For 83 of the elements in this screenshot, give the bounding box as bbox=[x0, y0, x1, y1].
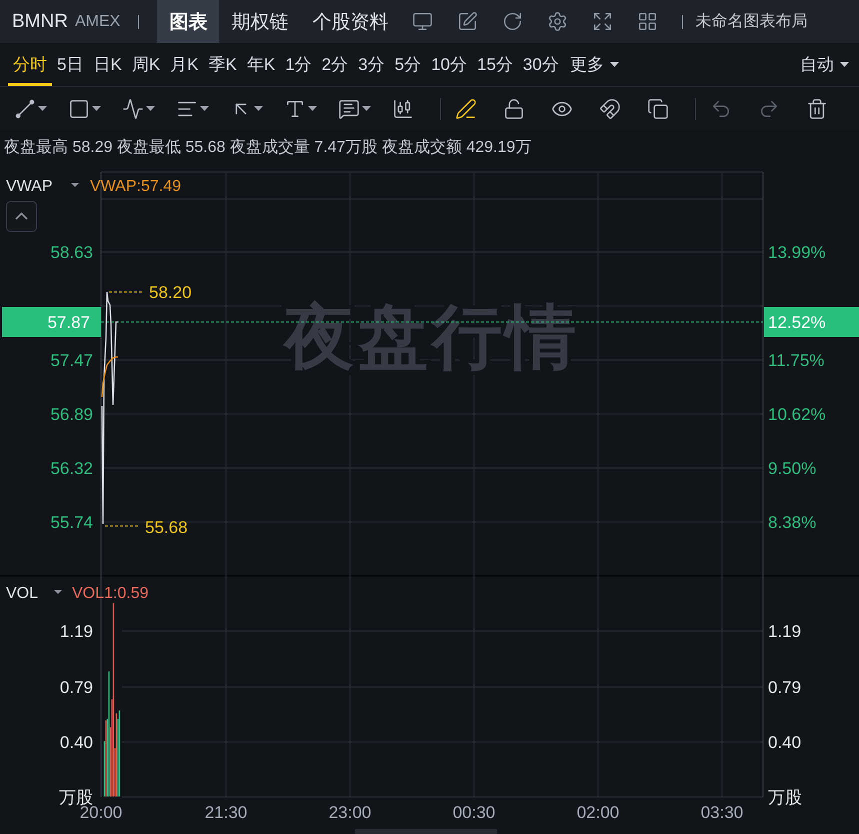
period-tab[interactable]: 年K bbox=[242, 43, 280, 86]
layout-menu[interactable]: 未命名图表布局 bbox=[695, 11, 808, 32]
axis-label: 8.38% bbox=[768, 513, 816, 532]
high-price-label: 58.20 bbox=[149, 283, 192, 302]
exchange-name: AMEX bbox=[74, 12, 120, 30]
tab[interactable]: 期权链 bbox=[219, 0, 300, 43]
period-tab[interactable]: 30分 bbox=[518, 43, 564, 86]
axis-label: 10.62% bbox=[768, 405, 826, 424]
low-price-label: 55.68 bbox=[145, 518, 188, 537]
scrollbar[interactable] bbox=[355, 829, 497, 834]
unlock-icon bbox=[503, 98, 525, 120]
time-label: 23:00 bbox=[328, 803, 372, 822]
caret-icon bbox=[610, 62, 619, 67]
axis-label: 0.79 bbox=[768, 678, 802, 697]
scale-menu[interactable]: 自动 bbox=[794, 43, 855, 86]
axis-label: 0.79 bbox=[60, 678, 93, 697]
caret-icon bbox=[254, 106, 263, 111]
session-summary: 夜盘最高 58.29 夜盘最低 55.68 夜盘成交量 7.47万股 夜盘成交额 429.19万 bbox=[4, 138, 532, 158]
caret-icon bbox=[92, 106, 101, 111]
time-label: 21:30 bbox=[204, 803, 248, 822]
period-tab[interactable]: 1分 bbox=[280, 43, 317, 86]
chart-monitor-icon[interactable] bbox=[412, 11, 434, 32]
axis-label: 55.74 bbox=[50, 513, 93, 532]
more-menu[interactable]: 更多 bbox=[564, 43, 625, 86]
axis-label: 56.89 bbox=[50, 405, 93, 424]
trash-icon bbox=[806, 98, 828, 120]
indicator-name[interactable]: VWAP bbox=[6, 178, 53, 195]
period-tab[interactable]: 日K bbox=[88, 43, 127, 86]
time-label: 02:00 bbox=[576, 803, 620, 822]
period-tab[interactable]: 2分 bbox=[316, 43, 354, 86]
period-tab[interactable]: 15分 bbox=[472, 43, 518, 86]
collapse-button[interactable] bbox=[6, 201, 37, 232]
stock-symbol: BMNR bbox=[12, 10, 68, 32]
text-box-icon bbox=[338, 98, 360, 120]
period-tab[interactable]: 10分 bbox=[426, 43, 472, 86]
caret-icon bbox=[308, 106, 317, 111]
caret-icon bbox=[146, 106, 155, 111]
percent-badge: 12.52% bbox=[764, 307, 859, 337]
grid-icon[interactable] bbox=[637, 11, 658, 32]
period-tab[interactable]: 月K bbox=[165, 43, 204, 86]
caret-icon bbox=[840, 62, 849, 67]
caret-icon bbox=[362, 106, 371, 111]
caret-icon bbox=[200, 106, 209, 111]
line-icon bbox=[14, 98, 36, 120]
magnet-icon bbox=[599, 98, 621, 120]
time-label: 00:30 bbox=[452, 803, 496, 822]
tab[interactable]: 图表 bbox=[157, 0, 220, 43]
candlestick-icon bbox=[392, 98, 414, 120]
axis-label: 1.19 bbox=[768, 622, 802, 641]
period-tab[interactable]: 5分 bbox=[390, 43, 426, 86]
period-tab[interactable]: 季K bbox=[204, 43, 242, 86]
axis-label: 9.50% bbox=[768, 459, 816, 478]
indicator-value: VWAP:57.49 bbox=[90, 178, 182, 195]
axis-label: 0.40 bbox=[60, 733, 93, 752]
caret-icon[interactable] bbox=[54, 590, 62, 594]
axis-label: 0.40 bbox=[768, 733, 802, 752]
average-line bbox=[101, 356, 118, 398]
indicator-name[interactable]: VOL bbox=[6, 585, 38, 602]
axis-label: 13.99% bbox=[768, 243, 826, 262]
indicator-value: VOL1:0.59 bbox=[72, 585, 148, 602]
axis-label: 57.47 bbox=[50, 351, 93, 370]
caret-icon[interactable] bbox=[71, 183, 79, 187]
period-tab[interactable]: 5日 bbox=[52, 43, 88, 86]
axis-label: 1.19 bbox=[60, 622, 93, 641]
tab[interactable]: 个股资料 bbox=[300, 0, 400, 43]
period-tab[interactable]: 3分 bbox=[353, 43, 390, 86]
axis-label: 万股 bbox=[768, 788, 802, 807]
edit-icon[interactable] bbox=[457, 11, 478, 32]
time-label: 03:30 bbox=[700, 803, 744, 822]
wave-icon bbox=[122, 98, 144, 120]
price-badge: 57.87 bbox=[2, 307, 101, 337]
refresh-icon[interactable] bbox=[502, 11, 524, 32]
settings-icon[interactable] bbox=[547, 11, 568, 32]
pen-icon bbox=[455, 98, 477, 120]
axis-label: 万股 bbox=[59, 788, 93, 807]
axis-label: 56.32 bbox=[50, 459, 93, 478]
axis-label: 58.63 bbox=[50, 243, 93, 262]
axis-label: 11.75% bbox=[768, 351, 824, 370]
period-tab[interactable]: 周K bbox=[126, 43, 166, 86]
fullscreen-icon[interactable] bbox=[592, 11, 614, 32]
layers-icon bbox=[647, 98, 669, 120]
caret-icon bbox=[38, 106, 47, 111]
square-icon bbox=[68, 98, 90, 120]
